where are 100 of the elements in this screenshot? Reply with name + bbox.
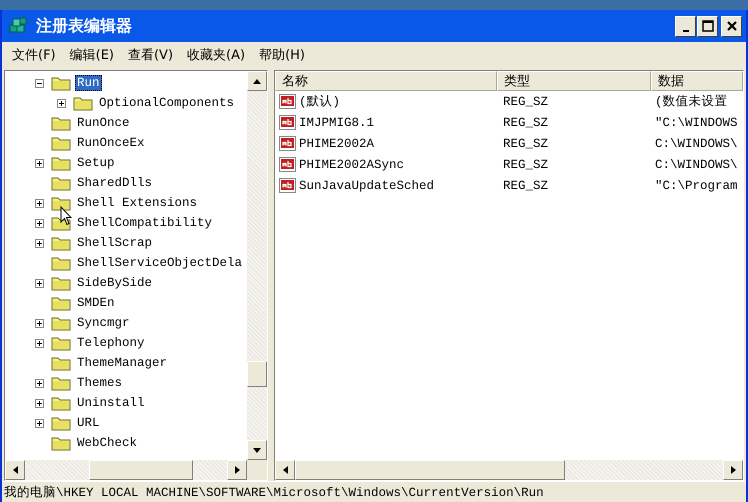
folder-icon <box>51 395 71 411</box>
value-name: (默认) <box>299 94 340 110</box>
minimize-button[interactable] <box>675 16 696 36</box>
folder-icon <box>51 315 71 331</box>
menu-item[interactable]: 编辑(E) <box>64 44 120 66</box>
expand-icon[interactable] <box>35 338 44 348</box>
right-arrow-icon <box>730 466 736 474</box>
value-data: "C:\WINDOWS <box>654 116 739 130</box>
folder-icon <box>51 435 71 451</box>
folder-icon <box>51 195 71 211</box>
expand-icon[interactable] <box>35 398 44 408</box>
scroll-up-button[interactable] <box>247 71 267 91</box>
folder-icon <box>51 335 71 351</box>
folder-icon <box>51 295 71 311</box>
mouse-pointer-icon <box>60 206 72 226</box>
scroll-left-button[interactable] <box>275 460 295 480</box>
registry-path: 我的电脑\HKEY LOCAL MACHINE\SOFTWARE\Microsoft\Windows\CurrentVersion\Run <box>4 484 544 500</box>
value-data: C:\WINDOWS\ <box>654 158 739 172</box>
tree-item[interactable]: Uninstall <box>75 395 147 411</box>
tree-item[interactable]: WebCheck <box>75 435 140 451</box>
minimize-icon <box>682 30 688 32</box>
tree-item[interactable]: ThemeManager <box>75 355 170 371</box>
close-button[interactable] <box>721 16 742 36</box>
menu-item[interactable]: 收藏夹(A) <box>181 44 252 66</box>
expand-icon[interactable] <box>35 318 44 328</box>
tree-item[interactable]: RunOnceEx <box>75 135 147 151</box>
column-header[interactable]: 类型 <box>497 71 651 91</box>
tree-item[interactable]: Shell Extensions <box>75 195 200 211</box>
left-arrow-icon <box>12 466 18 474</box>
tree-item[interactable]: ShellScrap <box>75 235 154 251</box>
string-value-icon <box>279 114 297 130</box>
tree-item[interactable]: Themes <box>75 375 124 391</box>
folder-icon <box>51 375 71 391</box>
column-header[interactable]: 数据 <box>651 71 743 91</box>
folder-icon <box>73 95 93 111</box>
left-arrow-icon <box>282 466 288 474</box>
value-type: REG_SZ <box>502 136 550 150</box>
value-type: REG_SZ <box>502 116 550 130</box>
expand-icon[interactable] <box>35 198 44 208</box>
window-title: 注册表编辑器 <box>36 16 132 36</box>
column-header[interactable]: 名称 <box>275 71 497 91</box>
folder-icon <box>51 275 71 291</box>
expand-icon[interactable] <box>35 418 44 428</box>
scroll-thumb[interactable] <box>295 460 565 480</box>
tree-item[interactable]: ShellServiceObjectDela <box>75 255 244 271</box>
tree-item[interactable]: SharedDlls <box>75 175 154 191</box>
tree-item[interactable]: Run <box>75 75 102 91</box>
expand-icon[interactable] <box>35 218 44 228</box>
menu-item[interactable]: 帮助(H) <box>253 44 311 66</box>
expand-icon[interactable] <box>35 238 44 248</box>
value-type: REG_SZ <box>502 158 550 172</box>
tree-item[interactable]: Telephony <box>75 335 147 351</box>
folder-icon <box>51 135 71 151</box>
menu-item[interactable]: 查看(V) <box>122 44 180 66</box>
tree-item[interactable]: Syncmgr <box>75 315 132 331</box>
folder-icon <box>51 355 71 371</box>
right-arrow-icon <box>234 466 240 474</box>
tree-item[interactable]: Setup <box>75 155 117 171</box>
value-name: PHIME2002ASync <box>299 158 404 172</box>
value-type: REG_SZ <box>502 178 550 192</box>
collapse-icon[interactable] <box>35 78 44 88</box>
tree-item[interactable]: SideBySide <box>75 275 154 291</box>
value-name: IMJPMIG8.1 <box>299 116 374 130</box>
folder-icon <box>51 115 71 131</box>
close-icon <box>726 20 738 32</box>
tree-item[interactable]: ShellCompatibility <box>75 215 214 231</box>
string-value-icon <box>279 178 297 194</box>
menu-item[interactable]: 文件(F) <box>6 44 62 66</box>
value-data: "C:\Program <box>654 178 739 192</box>
down-arrow-icon <box>253 448 261 452</box>
string-value-icon <box>279 94 297 110</box>
maximize-button[interactable] <box>697 16 718 36</box>
tree-item[interactable]: RunOnce <box>75 115 132 131</box>
value-name: SunJavaUpdateSched <box>299 178 434 192</box>
maximize-icon <box>702 20 714 32</box>
folder-icon <box>51 75 71 91</box>
value-data: C:\WINDOWS\ <box>654 136 739 150</box>
scroll-down-button[interactable] <box>247 440 267 460</box>
scroll-thumb[interactable] <box>247 361 267 387</box>
string-value-icon <box>279 136 297 152</box>
value-data: (数值未设置 <box>654 94 729 110</box>
folder-icon <box>51 235 71 251</box>
scroll-right-button[interactable] <box>227 460 247 480</box>
up-arrow-icon <box>253 78 261 84</box>
tree-item[interactable]: SMDEn <box>75 295 117 311</box>
expand-icon[interactable] <box>35 378 44 388</box>
scroll-left-button[interactable] <box>5 460 25 480</box>
tree-item[interactable]: OptionalComponents <box>97 95 236 111</box>
tree-item[interactable]: URL <box>75 415 102 431</box>
folder-icon <box>51 255 71 271</box>
expand-icon[interactable] <box>35 158 44 168</box>
scroll-thumb[interactable] <box>89 460 193 480</box>
expand-icon[interactable] <box>35 278 44 288</box>
folder-icon <box>51 415 71 431</box>
expand-icon[interactable] <box>57 98 66 108</box>
scroll-right-button[interactable] <box>723 460 743 480</box>
folder-icon <box>51 155 71 171</box>
value-name: PHIME2002A <box>299 136 374 150</box>
string-value-icon <box>279 156 297 172</box>
folder-icon <box>51 175 71 191</box>
